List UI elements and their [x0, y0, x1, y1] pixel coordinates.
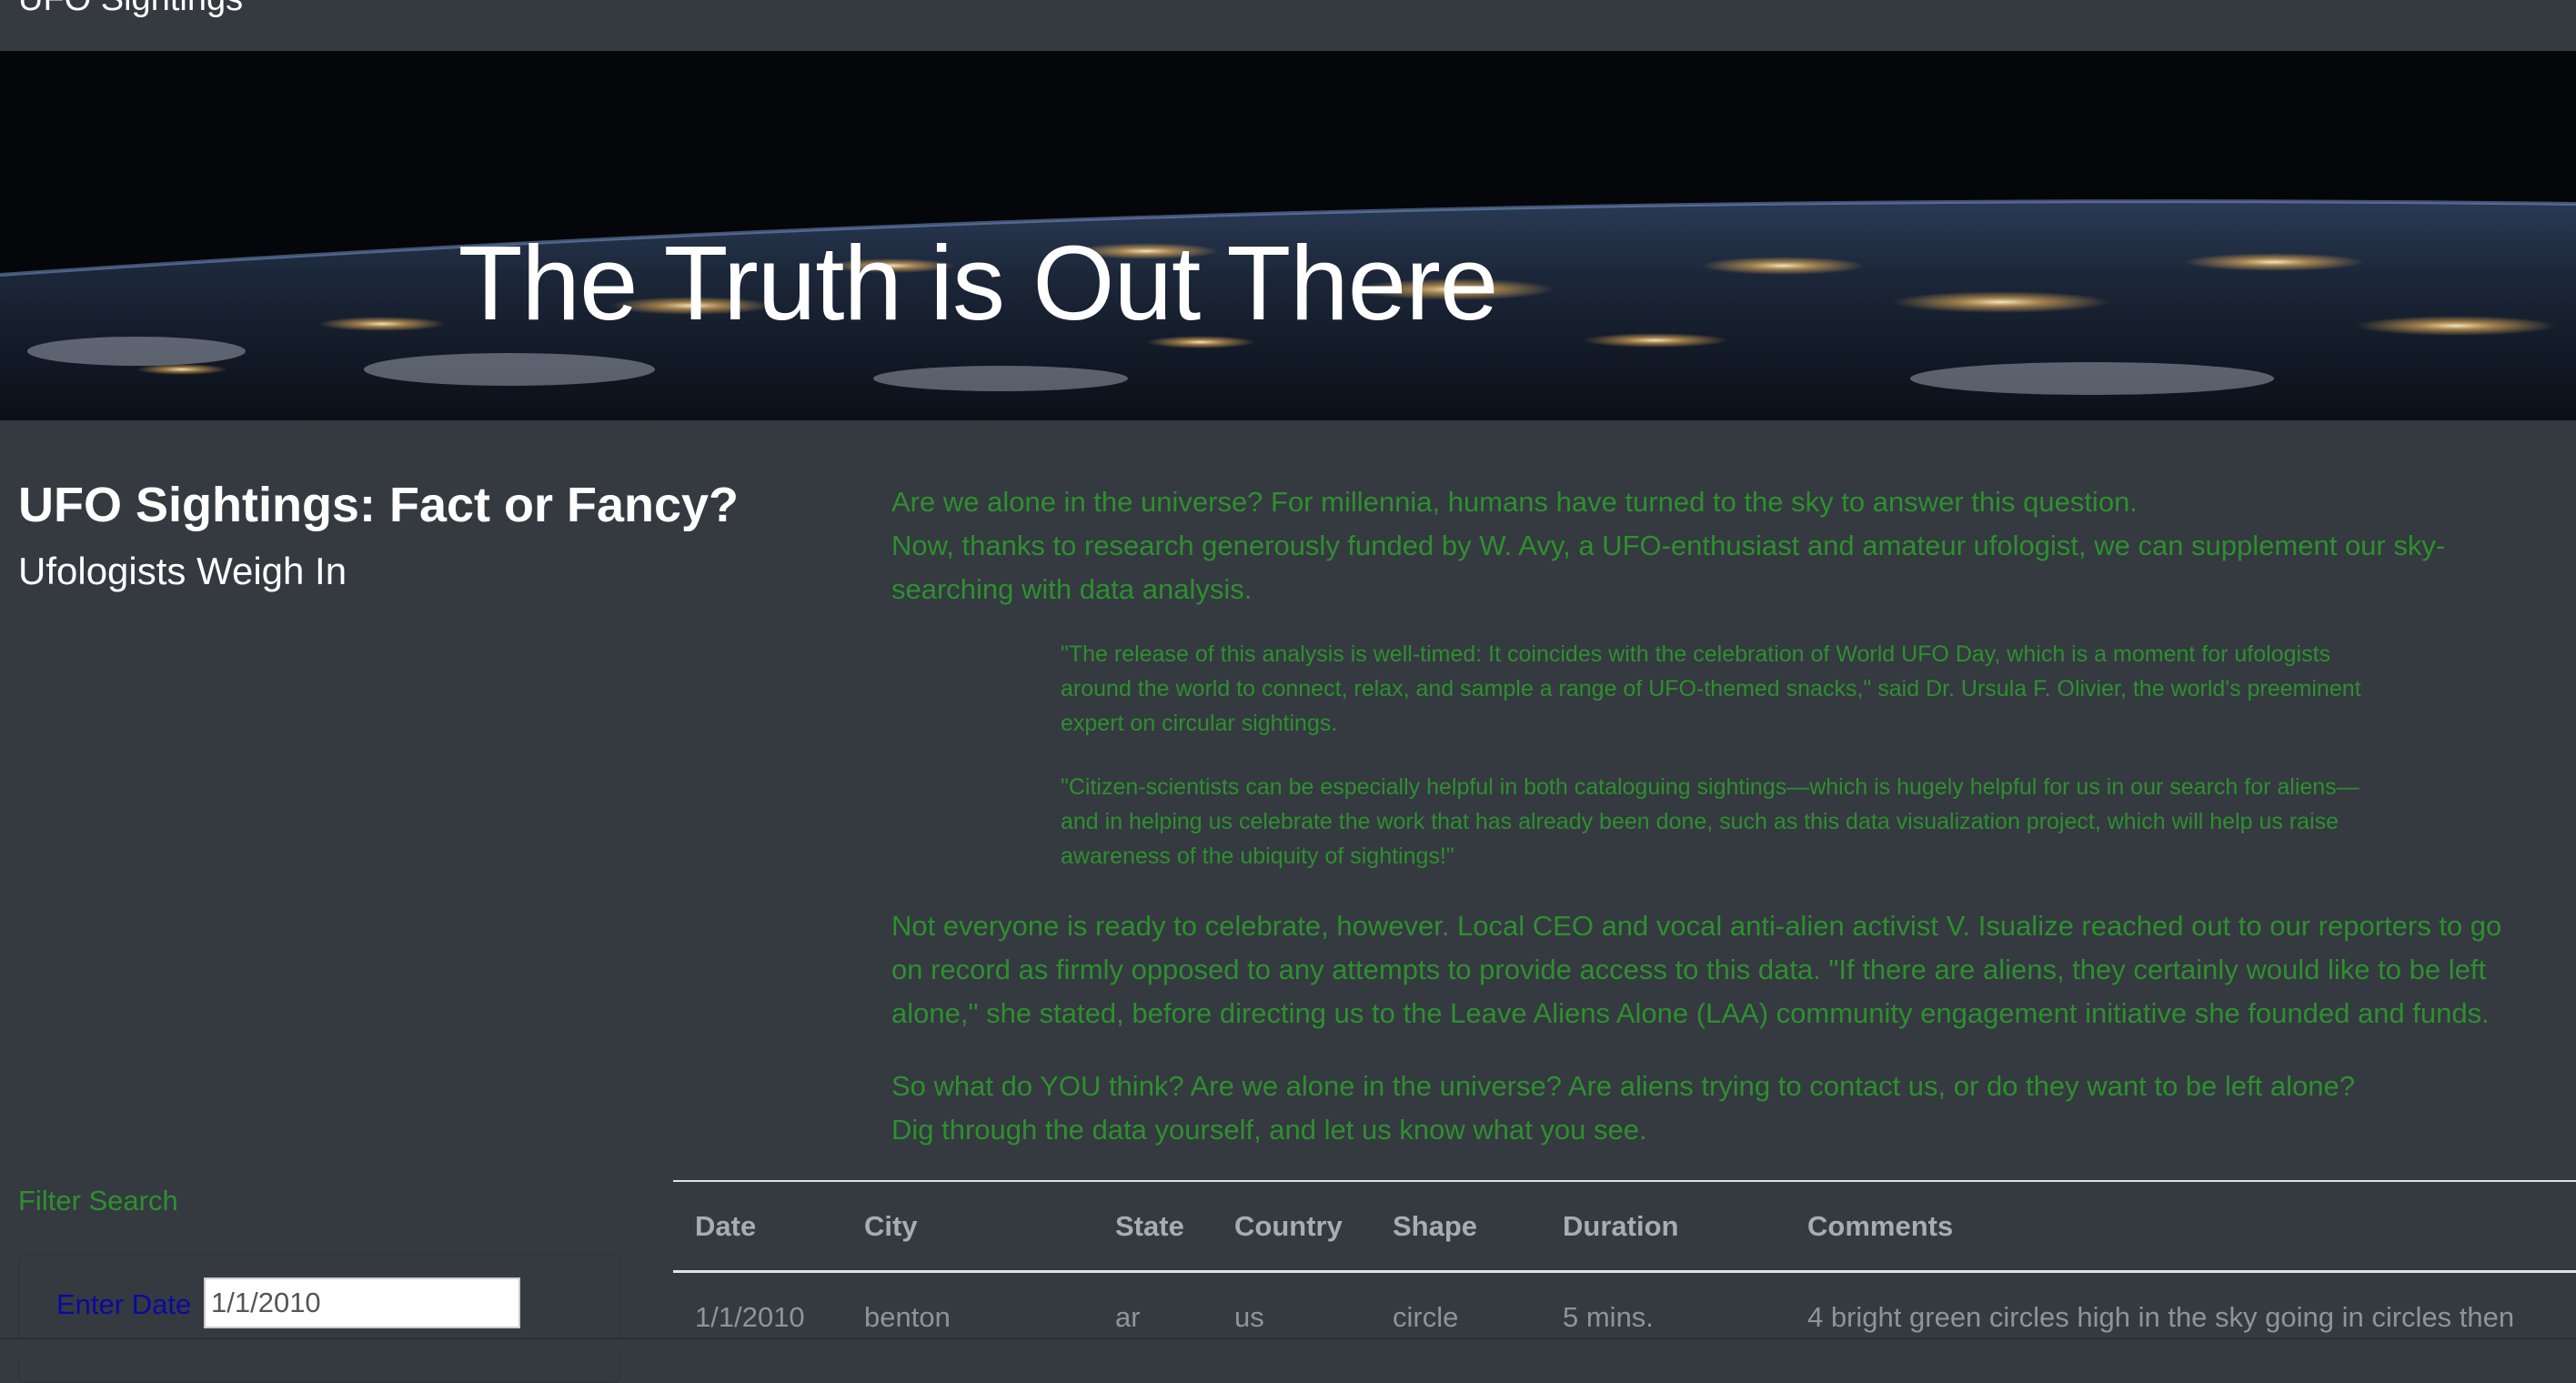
- table-top-border: [673, 1180, 2576, 1182]
- date-filter-input[interactable]: [204, 1277, 520, 1328]
- article-paragraph: alone," she stated, before directing us …: [891, 997, 2490, 1029]
- hero-title: The Truth is Out There: [458, 224, 1499, 342]
- article-paragraph: Not everyone is ready to celebrate, howe…: [891, 910, 2502, 942]
- column-header-city: City: [864, 1210, 918, 1242]
- blockquote-citizen-scientists: "Citizen-scientists can be especially he…: [1061, 774, 2360, 869]
- column-header-shape: Shape: [1393, 1210, 1478, 1242]
- navbar: UFO Sightings: [0, 0, 2576, 51]
- column-header-comments: Comments: [1807, 1210, 1954, 1242]
- table-cell-country: us: [1234, 1301, 1264, 1333]
- date-filter-label: Enter Date: [56, 1288, 192, 1320]
- article-paragraph: Dig through the data yourself, and let u…: [891, 1114, 1647, 1146]
- filter-title: Filter Search: [18, 1185, 178, 1216]
- column-header-duration: Duration: [1563, 1210, 1679, 1242]
- table-cell-comments: 4 bright green circles high in the sky g…: [1807, 1301, 2515, 1333]
- table-cell-state: ar: [1115, 1301, 1141, 1333]
- blockquote-olivier: "The release of this analysis is well-ti…: [1061, 641, 2361, 736]
- table-cell-shape: circle: [1393, 1301, 1459, 1333]
- column-header-date: Date: [695, 1210, 757, 1242]
- hero-banner: The Truth is Out There: [0, 51, 2576, 420]
- page-subtitle: Ufologists Weigh In: [18, 550, 347, 592]
- table-cell-city: benton: [864, 1301, 951, 1333]
- article-paragraph: on record as firmly opposed to any attem…: [891, 954, 2487, 985]
- column-header-state: State: [1115, 1210, 1184, 1242]
- page-bottom-edge: [0, 1338, 2576, 1356]
- table-cell-date: 1/1/2010: [695, 1301, 805, 1333]
- article-paragraph: So what do YOU think? Are we alone in th…: [891, 1070, 2355, 1102]
- article-paragraph: Are we alone in the universe? For millen…: [891, 486, 2138, 518]
- article-intro: Are we alone in the universe? For millen…: [891, 480, 2576, 611]
- navbar-brand-link[interactable]: UFO Sightings: [18, 0, 243, 19]
- table-header-border: [673, 1270, 2576, 1273]
- table-cell-duration: 5 mins.: [1563, 1301, 1654, 1333]
- column-header-country: Country: [1234, 1210, 1343, 1242]
- article-paragraph: Now, thanks to research generously funde…: [891, 530, 2446, 605]
- page-title: UFO Sightings: Fact or Fancy?: [18, 478, 740, 532]
